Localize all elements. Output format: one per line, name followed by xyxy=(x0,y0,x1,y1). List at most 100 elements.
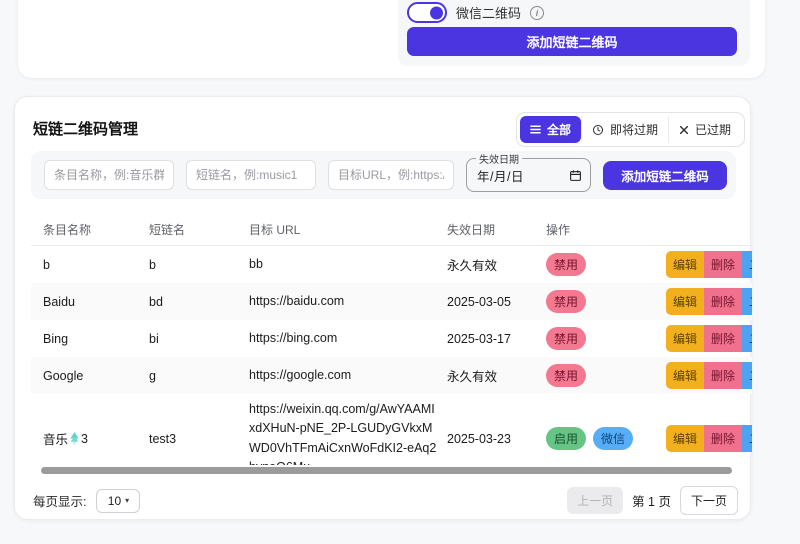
chevron-down-icon: ▾ xyxy=(125,496,129,505)
status-badge[interactable]: 禁用 xyxy=(546,290,586,313)
next-page-button[interactable]: 下一页 xyxy=(680,486,738,515)
pagination: 上一页 第 1 页 下一页 xyxy=(567,486,738,515)
actions-cell: 编辑删除二维码 xyxy=(666,251,752,278)
calendar-icon[interactable] xyxy=(569,169,582,182)
qrcode-button[interactable]: 二维码 xyxy=(742,288,752,315)
actions-cell: 编辑删除二维码 xyxy=(666,288,752,315)
shortlink-table: 条目名称短链名目标 URL失效日期操作 bbbb永久有效禁用编辑删除二维码Bai… xyxy=(31,213,752,465)
status-badge[interactable]: 禁用 xyxy=(546,364,586,387)
target-url-cell: https://google.com xyxy=(249,360,447,391)
shortlink-name-cell: test3 xyxy=(149,432,249,446)
tab-all[interactable]: 全部 xyxy=(520,116,581,143)
qrcode-button[interactable]: 二维码 xyxy=(742,325,752,352)
column-header-2: 目标 URL xyxy=(249,221,447,238)
table-header: 条目名称短链名目标 URL失效日期操作 xyxy=(31,213,752,246)
tab-expiring[interactable]: 即将过期 xyxy=(581,116,668,143)
horizontal-scrollbar[interactable] xyxy=(41,467,732,474)
tab-expiring-label: 即将过期 xyxy=(610,121,658,138)
status-cell: 禁用 xyxy=(546,327,666,350)
table-row: Baidubdhttps://baidu.com2025-03-05禁用 编辑删除… xyxy=(31,283,752,320)
delete-button[interactable]: 删除 xyxy=(704,325,742,352)
expiry-date-label: 失效日期 xyxy=(476,151,522,166)
clock-icon xyxy=(592,124,604,136)
status-cell: 禁用 xyxy=(546,253,666,276)
delete-button[interactable]: 删除 xyxy=(704,288,742,315)
delete-button[interactable]: 删除 xyxy=(704,251,742,278)
target-url-cell: https://weixin.qq.com/g/AwYAAMIxdXHuN-pN… xyxy=(249,394,447,465)
shortlink-name-cell: bd xyxy=(149,295,249,309)
expiry-date-cell: 永久有效 xyxy=(447,255,546,274)
expiry-date-cell: 2025-03-05 xyxy=(447,295,546,309)
shortlink-name-input[interactable] xyxy=(186,160,316,190)
actions-cell: 编辑删除二维码 xyxy=(666,425,752,452)
prev-page-button[interactable]: 上一页 xyxy=(567,487,623,514)
wechat-qrcode-label: 微信二维码 xyxy=(456,3,521,22)
tab-expired[interactable]: 已过期 xyxy=(668,116,741,143)
entry-name-cell: 音乐3 xyxy=(43,429,149,448)
expiry-date-field[interactable]: 失效日期 年/月/日 xyxy=(466,158,591,192)
delete-button[interactable]: 删除 xyxy=(704,362,742,389)
shortlink-name-cell: bi xyxy=(149,332,249,346)
qrcode-button[interactable]: 二维码 xyxy=(742,425,752,452)
table-body: bbbb永久有效禁用编辑删除二维码Baidubdhttps://baidu.co… xyxy=(31,246,752,465)
expiry-date-cell: 2025-03-23 xyxy=(447,432,546,446)
edit-button[interactable]: 编辑 xyxy=(666,251,704,278)
tree-icon xyxy=(69,432,80,445)
target-url-input[interactable] xyxy=(328,160,454,190)
expiry-date-cell: 永久有效 xyxy=(447,366,546,385)
x-icon xyxy=(679,125,689,135)
target-url-cell: https://bing.com xyxy=(249,323,447,354)
status-badge[interactable]: 禁用 xyxy=(546,253,586,276)
delete-button[interactable]: 删除 xyxy=(704,425,742,452)
page-indicator: 第 1 页 xyxy=(632,491,671,510)
edit-button[interactable]: 编辑 xyxy=(666,425,704,452)
shortlink-manager-card: 短链二维码管理 全部 即将过期 已过期 失效日期 年/月/日 添加短链二维码 xyxy=(14,96,751,520)
qrcode-button[interactable]: 二维码 xyxy=(742,251,752,278)
status-badge[interactable]: 禁用 xyxy=(546,327,586,350)
edit-button[interactable]: 编辑 xyxy=(666,288,704,315)
expiry-date-cell: 2025-03-17 xyxy=(447,332,546,346)
table-row: Googleghttps://google.com永久有效禁用编辑删除二维码 xyxy=(31,357,752,394)
wechat-tag-badge: 微信 xyxy=(593,427,633,450)
status-badge[interactable]: 启用 xyxy=(546,427,586,450)
column-header-1: 短链名 xyxy=(149,221,249,238)
shortlink-name-cell: g xyxy=(149,369,249,383)
table-footer: 每页显示: 10 ▾ 上一页 第 1 页 下一页 xyxy=(33,486,738,515)
add-shortlink-qrcode-button[interactable]: 添加短链二维码 xyxy=(407,27,737,56)
entry-name-input[interactable] xyxy=(44,160,174,190)
entry-name-cell: Bing xyxy=(43,332,149,346)
entry-name-cell: Baidu xyxy=(43,295,149,309)
entry-name-cell: b xyxy=(43,258,149,272)
edit-button[interactable]: 编辑 xyxy=(666,325,704,352)
tab-all-label: 全部 xyxy=(547,121,571,138)
column-header-4: 操作 xyxy=(546,221,666,238)
info-icon[interactable]: i xyxy=(530,6,544,20)
actions-cell: 编辑删除二维码 xyxy=(666,362,752,389)
status-cell: 启用微信 xyxy=(546,427,666,450)
shortlink-name-cell: b xyxy=(149,258,249,272)
per-page-label: 每页显示: xyxy=(33,491,86,510)
qrcode-button[interactable]: 二维码 xyxy=(742,362,752,389)
add-shortlink-qrcode-filter-button[interactable]: 添加短链二维码 xyxy=(603,161,727,190)
target-url-cell: bb xyxy=(249,249,447,280)
column-header-3: 失效日期 xyxy=(447,221,546,238)
table-row: Bingbihttps://bing.com2025-03-17禁用 编辑删除二维… xyxy=(31,320,752,357)
per-page-select[interactable]: 10 ▾ xyxy=(96,489,140,513)
expiry-date-value: 年/月/日 xyxy=(477,166,524,185)
edit-button[interactable]: 编辑 xyxy=(666,362,704,389)
status-cell: 禁用 xyxy=(546,364,666,387)
target-url-cell: https://baidu.com xyxy=(249,286,447,317)
toggle-knob xyxy=(430,6,443,19)
status-cell: 禁用 xyxy=(546,290,666,313)
table-wrap: 条目名称短链名目标 URL失效日期操作 bbbb永久有效禁用编辑删除二维码Bai… xyxy=(31,213,752,465)
add-qrcode-card: 微信二维码 i 添加短链二维码 xyxy=(18,0,765,78)
table-row: bbbb永久有效禁用编辑删除二维码 xyxy=(31,246,752,283)
wechat-qrcode-toggle[interactable] xyxy=(407,2,447,23)
column-header-0: 条目名称 xyxy=(43,221,149,238)
page-title: 短链二维码管理 xyxy=(33,118,138,139)
per-page-value: 10 xyxy=(108,494,121,508)
list-icon xyxy=(530,124,541,135)
tab-expired-label: 已过期 xyxy=(695,121,731,138)
table-row: 音乐3test3https://weixin.qq.com/g/AwYAAMIx… xyxy=(31,394,752,465)
wechat-qrcode-panel: 微信二维码 i 添加短链二维码 xyxy=(398,0,750,66)
